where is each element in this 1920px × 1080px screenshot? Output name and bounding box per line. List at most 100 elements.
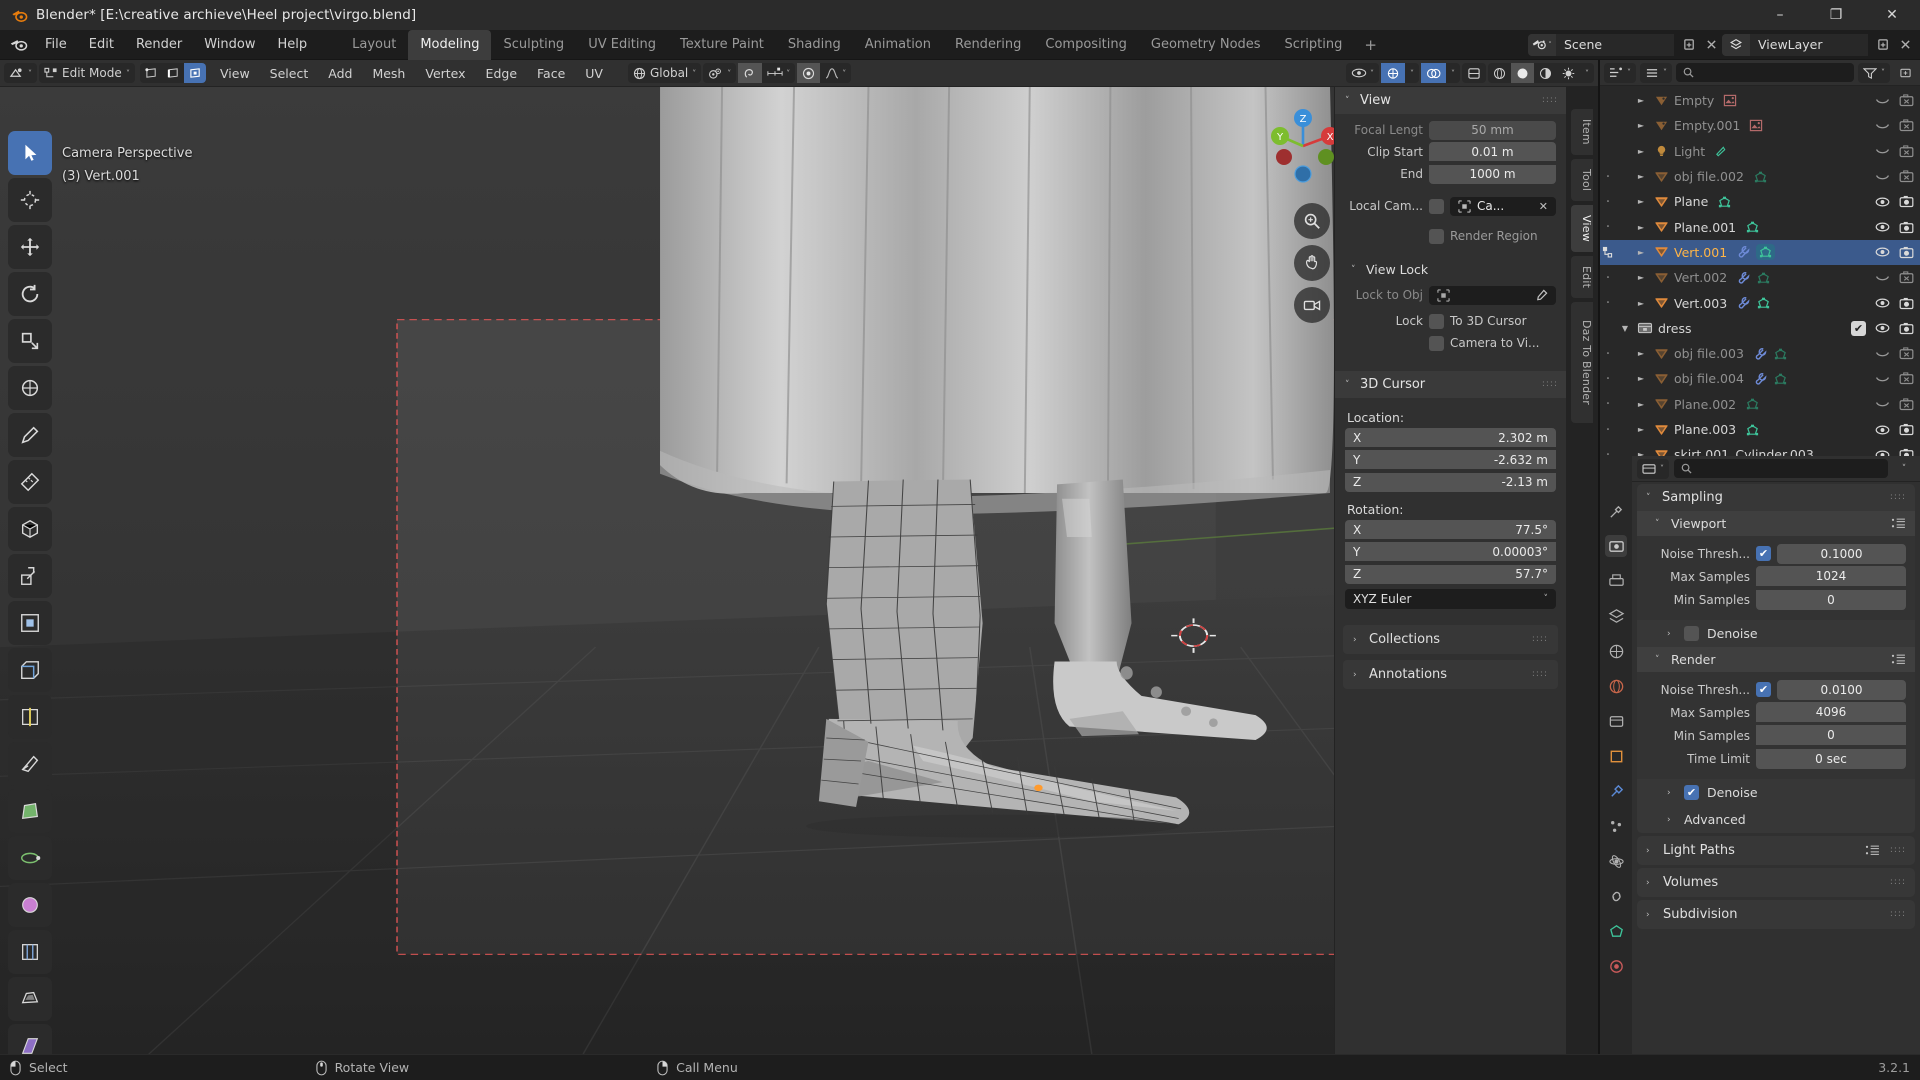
outliner-filter-button[interactable]: ˅ [1858, 63, 1890, 83]
outliner-row-label[interactable]: Plane [1674, 194, 1708, 209]
outliner-disable-in-renders-icon[interactable] [1899, 271, 1914, 284]
outliner-hide-in-viewport-icon[interactable] [1875, 424, 1890, 436]
properties-tab-scene[interactable] [1605, 640, 1627, 662]
uv-menu[interactable]: UV [576, 63, 612, 83]
camera-to-view-checkbox[interactable] [1429, 336, 1444, 351]
tool-measure[interactable] [8, 460, 52, 504]
outliner-disclosure-triangle[interactable]: ▼ [1616, 324, 1634, 333]
properties-tab-collection[interactable] [1605, 710, 1627, 732]
cursor-loc-y-field[interactable]: Y -2.632 m [1345, 450, 1556, 469]
edge-menu[interactable]: Edge [477, 63, 526, 83]
viewport-sampling-header[interactable]: ˅ Viewport [1637, 511, 1915, 536]
outliner-row-label[interactable]: Plane.003 [1674, 422, 1736, 437]
mesh-menu[interactable]: Mesh [363, 63, 414, 83]
render-noise-threshold-checkbox[interactable]: ✔ [1756, 682, 1771, 697]
properties-tab-constraints[interactable] [1605, 885, 1627, 907]
outliner-row-empty-001[interactable]: ►Empty.001 [1600, 113, 1920, 138]
unlink-scene-icon[interactable] [1700, 34, 1722, 56]
outliner-row-selectability-dot[interactable]: · [1600, 197, 1616, 207]
outliner-disable-in-renders-icon[interactable] [1899, 195, 1914, 208]
outliner-disclosure-triangle[interactable]: ► [1632, 400, 1650, 409]
outliner-row-label[interactable]: Empty.001 [1674, 118, 1740, 133]
sampling-grip[interactable]: :::: [1890, 495, 1906, 500]
local-camera-clear-icon[interactable]: ✕ [1539, 200, 1548, 213]
tool-scale[interactable] [8, 319, 52, 363]
tool-add-cube[interactable] [8, 507, 52, 551]
outliner-row-plane-003[interactable]: ·►Plane.003 [1600, 417, 1920, 442]
outliner-row-plane[interactable]: ·►Plane [1600, 189, 1920, 214]
outliner-hide-in-viewport-icon[interactable] [1875, 297, 1890, 309]
outliner-hide-in-viewport-icon[interactable] [1875, 196, 1890, 208]
snap-toggle-button[interactable] [738, 63, 762, 83]
subdivision-grip[interactable]: :::: [1890, 912, 1906, 917]
cursor-rot-z-field[interactable]: Z 57.7° [1345, 565, 1556, 584]
rotation-mode-dropdown[interactable]: XYZ Euler ˅ [1345, 589, 1556, 609]
outliner-disclosure-triangle[interactable]: ► [1632, 248, 1650, 257]
properties-filter-icon[interactable]: ˅ [1893, 458, 1915, 480]
menu-help[interactable]: Help [267, 33, 319, 56]
tool-inset-faces[interactable] [8, 601, 52, 645]
sidebar-tab-tool[interactable]: Tool [1571, 159, 1593, 201]
section-light-paths[interactable]: › Light Paths :::: [1637, 836, 1915, 865]
outliner-row-obj-file-002[interactable]: ·►obj file.002 [1600, 164, 1920, 189]
wrench-modifier-icon[interactable] [1753, 347, 1768, 361]
outliner-disclosure-triangle[interactable]: ► [1632, 299, 1650, 308]
render-min-samples-field[interactable]: 0 [1756, 725, 1906, 745]
outliner-row-label[interactable]: Plane.002 [1674, 397, 1736, 412]
mesh-data-icon[interactable] [1773, 372, 1788, 386]
mesh-data-icon[interactable] [1745, 397, 1760, 411]
outliner-row-light[interactable]: ►Light [1600, 139, 1920, 164]
snap-settings-dropdown[interactable]: ˅ [762, 63, 795, 83]
annotations-grip[interactable]: :::: [1532, 672, 1548, 677]
section-volumes[interactable]: › Volumes :::: [1637, 868, 1915, 897]
vertex-menu[interactable]: Vertex [416, 63, 474, 83]
mesh-data-icon[interactable] [1773, 347, 1788, 361]
outliner-display-mode-dropdown[interactable]: ˅ [1640, 63, 1672, 83]
3d-viewport[interactable]: Camera Perspective (3) Vert.001 [0, 87, 1598, 1054]
section-subdivision[interactable]: › Subdivision :::: [1637, 900, 1915, 929]
tab-modeling[interactable]: Modeling [408, 30, 491, 60]
outliner-row-plane-001[interactable]: ·►Plane.001 [1600, 214, 1920, 239]
tool-rotate[interactable] [8, 272, 52, 316]
properties-tab-world[interactable] [1605, 675, 1627, 697]
mesh-data-icon[interactable] [1745, 220, 1760, 234]
outliner-search-input[interactable] [1676, 63, 1854, 82]
outliner-row-label[interactable]: obj file.002 [1674, 169, 1744, 184]
outliner-hide-in-viewport-icon[interactable] [1875, 398, 1890, 410]
scene-selector[interactable]: ˅ Scene [1528, 34, 1674, 56]
outliner-row-label[interactable]: Vert.001 [1674, 245, 1727, 260]
solid-shading-button[interactable] [1511, 63, 1534, 83]
outliner-row-obj-file-004[interactable]: ·►obj file.004 [1600, 366, 1920, 391]
outliner-hide-in-viewport-icon[interactable] [1875, 246, 1890, 258]
outliner-row-label[interactable]: skirt.001_Cylinder.003 [1674, 447, 1814, 456]
outliner-disable-in-renders-icon[interactable] [1899, 170, 1914, 183]
annotations-panel-header[interactable]: › Annotations :::: [1343, 660, 1558, 689]
tool-tweak-select[interactable] [8, 131, 52, 175]
show-overlays-button[interactable] [1421, 63, 1446, 83]
properties-tab-physics[interactable] [1605, 850, 1627, 872]
pan-view-button[interactable] [1294, 245, 1330, 281]
menu-render[interactable]: Render [125, 33, 193, 56]
outliner-disclosure-triangle[interactable]: ► [1632, 374, 1650, 383]
tool-cursor[interactable] [8, 178, 52, 222]
outliner-row-plane-002[interactable]: · ► Plane.002 [1600, 392, 1920, 417]
wrench-modifier-icon[interactable] [1736, 271, 1751, 285]
pivot-point-dropdown[interactable]: ˅ [703, 63, 736, 83]
cursor-loc-z-field[interactable]: Z -2.13 m [1345, 473, 1556, 492]
render-sampling-header[interactable]: ˅ Render [1637, 647, 1915, 672]
tab-texture-paint[interactable]: Texture Paint [668, 30, 776, 60]
render-max-samples-field[interactable]: 4096 [1756, 702, 1906, 722]
view-panel-header[interactable]: ˅ View :::: [1335, 87, 1566, 114]
tab-uv-editing[interactable]: UV Editing [576, 30, 668, 60]
tool-shear[interactable] [8, 1024, 52, 1054]
object-types-visibility-dropdown[interactable]: ˅ [1346, 63, 1379, 83]
outliner-row-label[interactable]: dress [1658, 321, 1692, 336]
new-scene-icon[interactable] [1678, 34, 1700, 56]
outliner-disable-in-renders-icon[interactable] [1899, 145, 1914, 158]
outliner-disclosure-triangle[interactable]: ► [1632, 223, 1650, 232]
properties-tab-render[interactable] [1605, 535, 1627, 557]
light-paths-grip[interactable]: :::: [1890, 848, 1906, 853]
wrench-modifier-icon[interactable] [1736, 296, 1751, 310]
outliner-hide-in-viewport-icon[interactable] [1875, 221, 1890, 233]
outliner-row-selectability-dot[interactable]: · [1600, 399, 1616, 409]
